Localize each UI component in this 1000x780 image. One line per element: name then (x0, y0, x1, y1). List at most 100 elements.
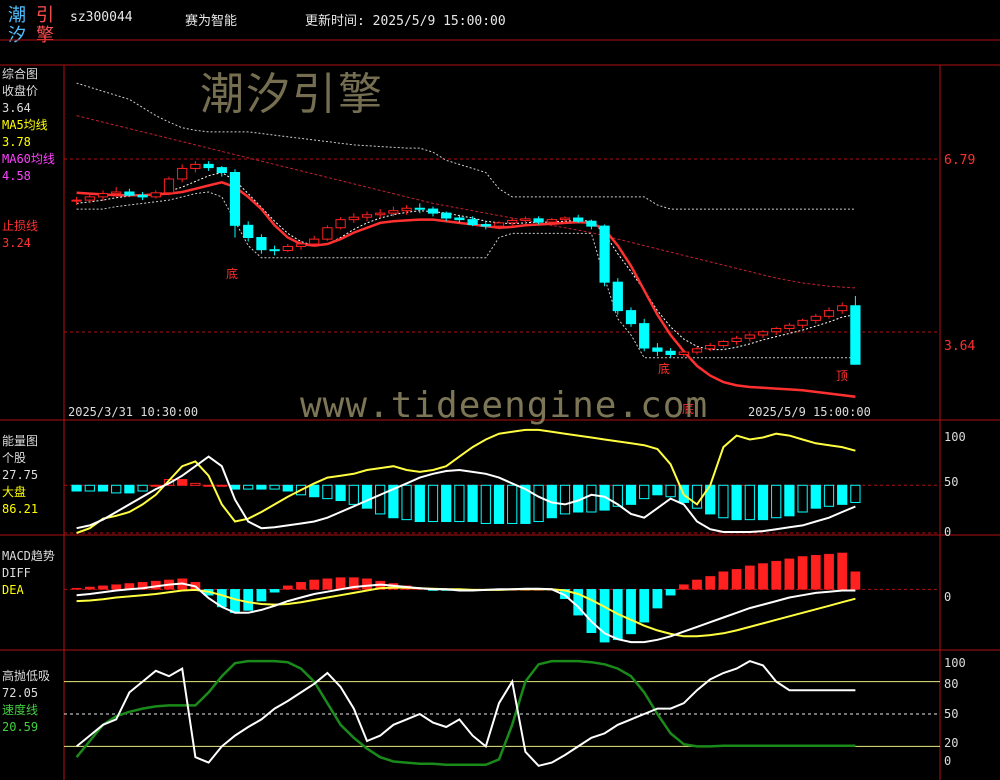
energy-bar (744, 484, 755, 521)
energy-bar (335, 484, 346, 502)
energy-bar (348, 484, 359, 505)
candle-body (216, 167, 227, 173)
macd-panel-title: MACD趋势 (2, 549, 55, 563)
energy-axis-100: 100 (944, 430, 966, 444)
ma5-label: MA5均线 (2, 118, 48, 132)
energy-bar (665, 484, 676, 498)
macd-bar (652, 589, 663, 609)
energy-bar (823, 484, 835, 507)
macd-bar (71, 587, 82, 590)
energy-bar (190, 482, 201, 486)
energy-panel-title: 能量图 (2, 434, 39, 448)
energy-bar (771, 484, 782, 519)
energy-stock-label: 个股 (2, 451, 27, 465)
energy-bar (309, 484, 320, 498)
candle-body (163, 178, 175, 194)
candle-body (97, 193, 109, 198)
energy-market-label: 大盘 (2, 485, 27, 499)
macd-bar (810, 555, 821, 590)
candle-body (731, 337, 742, 342)
candle-body (507, 219, 518, 224)
energy-bar (784, 484, 795, 517)
candle-body (269, 249, 280, 252)
macd-bar (296, 582, 306, 590)
stop-label: 止损线 (2, 219, 39, 233)
macd-bar (758, 563, 768, 590)
top-marker: 顶 (836, 369, 849, 383)
candle-body (150, 192, 161, 198)
energy-bar (97, 484, 109, 492)
start-time: 2025/3/31 10:30:00 (68, 405, 199, 419)
candle-body (282, 245, 293, 251)
candle-body (837, 305, 848, 312)
macd-bar (824, 553, 834, 590)
candle-body (427, 208, 439, 214)
candle-body (493, 222, 505, 227)
energy-bar (718, 484, 729, 519)
energy-bar (559, 484, 571, 515)
macd-bar (98, 585, 108, 590)
candle-body (203, 163, 214, 169)
energy-axis-50: 50 (944, 475, 959, 489)
energy-bar (850, 484, 861, 503)
osc-speed-label: 速度线 (2, 703, 39, 717)
candle-body (229, 172, 241, 226)
macd-diff-line (76, 582, 856, 644)
candle-body (190, 163, 201, 169)
osc-panel-title: 高抛低吸 (2, 669, 51, 683)
main-panel-title: 综合图 (2, 67, 39, 81)
candle-body (441, 212, 452, 219)
candle-body (823, 310, 835, 317)
energy-bar (493, 484, 505, 524)
energy-bar (507, 484, 518, 524)
macd-bar (665, 589, 676, 596)
candle-body (414, 207, 425, 210)
energy-bar (71, 484, 82, 492)
energy-bar (269, 484, 280, 490)
energy-bar (414, 484, 425, 523)
candle-body (718, 341, 729, 347)
candle-body (454, 217, 465, 221)
candle-body (520, 218, 531, 221)
candle-body (124, 191, 135, 196)
energy-bar (427, 484, 439, 523)
osc-white-value: 72.05 (2, 686, 39, 700)
candle-body (639, 323, 650, 349)
energy-bar (124, 484, 135, 494)
osc-main-line (75, 660, 856, 767)
osc-axis-80: 80 (944, 677, 959, 691)
candle-body (84, 196, 95, 201)
candle-body (480, 224, 491, 227)
price-label-high: 6.79 (944, 153, 976, 168)
energy-bar (137, 484, 148, 492)
close-value: 3.64 (2, 101, 31, 115)
macd-bar (837, 552, 848, 590)
watermark-cn: 潮汐引擎 (200, 69, 384, 120)
candle-body (678, 351, 689, 355)
candle-body (586, 220, 597, 227)
energy-bar (203, 484, 214, 487)
energy-bar (639, 484, 650, 500)
candle-body (335, 219, 346, 229)
energy-bar (322, 484, 333, 500)
macd-bar (84, 586, 95, 590)
candle-body (309, 238, 320, 245)
macd-bar (744, 565, 755, 590)
candle-body (797, 319, 808, 326)
macd-bar (692, 579, 702, 590)
candle-body (348, 216, 359, 221)
macd-bar (718, 571, 729, 590)
macd-axis-0: 0 (944, 590, 952, 604)
candle-body (757, 331, 769, 336)
energy-stock-value: 27.75 (2, 468, 39, 482)
macd-bar (243, 589, 254, 611)
macd-dea-label: DEA (2, 583, 24, 597)
candle-body (388, 210, 399, 214)
candle-body (322, 227, 333, 240)
ma60-value: 4.58 (2, 169, 31, 183)
energy-bar (177, 479, 188, 486)
energy-bar (282, 484, 293, 492)
macd-bar (111, 584, 122, 590)
macd-bar (678, 584, 689, 590)
candle-body (361, 214, 373, 218)
